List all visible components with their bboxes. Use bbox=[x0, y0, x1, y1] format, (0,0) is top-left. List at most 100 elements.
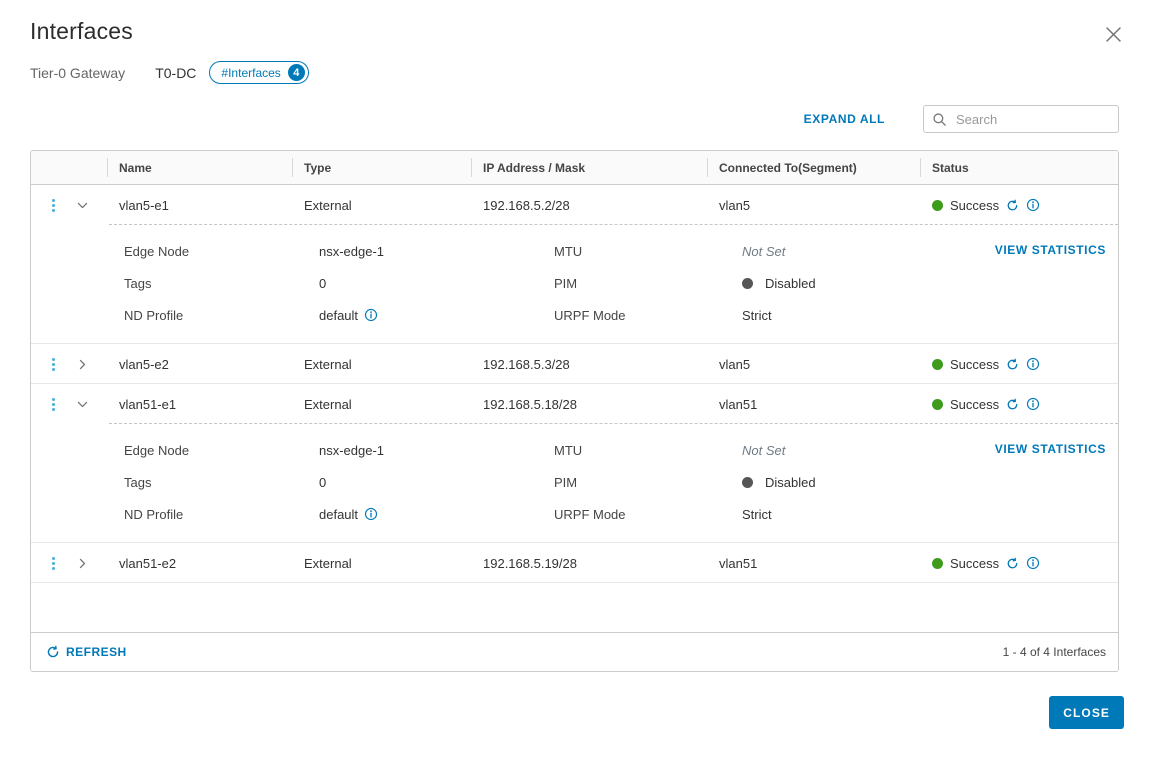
column-header-segment: Connected To(Segment) bbox=[707, 151, 920, 184]
view-statistics-link[interactable]: VIEW STATISTICS bbox=[995, 442, 1106, 456]
interface-type: External bbox=[304, 396, 352, 412]
detail-value-nd-profile: default bbox=[319, 506, 359, 522]
interface-segment: vlan51 bbox=[719, 555, 758, 571]
column-header-ip: IP Address / Mask bbox=[471, 151, 707, 184]
interface-name: vlan51-e1 bbox=[119, 396, 177, 412]
info-icon[interactable] bbox=[364, 308, 378, 322]
column-header-status: Status bbox=[920, 151, 1118, 184]
badge-count: 4 bbox=[287, 64, 305, 81]
status-badge: Success bbox=[950, 555, 1000, 571]
row-detail-panel: VIEW STATISTICS Edge Node nsx-edge-1 MTU… bbox=[31, 424, 1118, 543]
refresh-label: REFRESH bbox=[66, 645, 127, 659]
search-box[interactable] bbox=[923, 105, 1119, 133]
detail-value-edge-node: nsx-edge-1 bbox=[319, 442, 385, 458]
table-row: vlan51-e2 External 192.168.5.19/28 vlan5… bbox=[31, 543, 1118, 583]
row-actions-menu-icon[interactable] bbox=[50, 197, 57, 214]
detail-label-mtu: MTU bbox=[554, 442, 583, 458]
status-success-dot bbox=[932, 199, 943, 211]
gateway-name: T0-DC bbox=[155, 64, 197, 81]
status-cell: Success bbox=[920, 397, 1118, 412]
detail-value-tags: 0 bbox=[319, 474, 327, 490]
interface-ip: 192.168.5.18/28 bbox=[483, 396, 577, 412]
detail-label-nd-profile: ND Profile bbox=[124, 307, 184, 323]
pim-disabled-dot bbox=[742, 476, 753, 488]
detail-label-edge-node: Edge Node bbox=[124, 243, 190, 259]
info-icon[interactable] bbox=[1026, 556, 1040, 570]
badge-label: #Interfaces bbox=[221, 65, 281, 80]
table-row: vlan51-e1 External 192.168.5.18/28 vlan5… bbox=[31, 384, 1118, 543]
interface-type: External bbox=[304, 356, 352, 372]
view-statistics-link[interactable]: VIEW STATISTICS bbox=[995, 243, 1106, 257]
table-row-main[interactable]: vlan5-e1 External 192.168.5.2/28 vlan5 S… bbox=[31, 185, 1118, 225]
status-refresh-icon[interactable] bbox=[1006, 557, 1019, 570]
status-refresh-icon[interactable] bbox=[1006, 358, 1019, 371]
detail-label-tags: Tags bbox=[124, 474, 152, 490]
table-toolbar: EXPAND ALL bbox=[804, 105, 1119, 133]
detail-value-tags: 0 bbox=[319, 275, 327, 291]
row-detail-panel: VIEW STATISTICS Edge Node nsx-edge-1 MTU… bbox=[31, 225, 1118, 344]
interfaces-count-badge[interactable]: #Interfaces 4 bbox=[209, 61, 309, 84]
interfaces-table: Name Type IP Address / Mask Connected To… bbox=[30, 150, 1119, 672]
interface-type: External bbox=[304, 197, 352, 213]
expand-all-button[interactable]: EXPAND ALL bbox=[804, 112, 885, 126]
refresh-icon bbox=[46, 645, 60, 659]
detail-label-mtu: MTU bbox=[554, 243, 583, 259]
detail-value-pim: Disabled bbox=[765, 275, 816, 291]
column-header-type: Type bbox=[292, 151, 471, 184]
table-row-main[interactable]: vlan5-e2 External 192.168.5.3/28 vlan5 S… bbox=[31, 344, 1118, 384]
chevron-down-icon[interactable] bbox=[76, 199, 89, 212]
gateway-type-label: Tier-0 Gateway bbox=[30, 64, 126, 81]
close-button[interactable]: CLOSE bbox=[1049, 696, 1124, 729]
interface-segment: vlan5 bbox=[719, 197, 751, 213]
detail-label-pim: PIM bbox=[554, 275, 578, 291]
detail-label-tags: Tags bbox=[124, 275, 152, 291]
status-success-dot bbox=[932, 557, 943, 569]
status-badge: Success bbox=[950, 197, 1000, 213]
table-header: Name Type IP Address / Mask Connected To… bbox=[31, 151, 1118, 185]
status-badge: Success bbox=[950, 396, 1000, 412]
column-header-actions bbox=[31, 151, 107, 184]
detail-value-nd-profile: default bbox=[319, 307, 359, 323]
chevron-down-icon[interactable] bbox=[76, 557, 89, 570]
interface-type: External bbox=[304, 555, 352, 571]
detail-label-edge-node: Edge Node bbox=[124, 442, 190, 458]
detail-value-pim: Disabled bbox=[765, 474, 816, 490]
interface-name: vlan51-e2 bbox=[119, 555, 177, 571]
table-row: vlan5-e1 External 192.168.5.2/28 vlan5 S… bbox=[31, 185, 1118, 344]
pim-disabled-dot bbox=[742, 277, 753, 289]
interface-ip: 192.168.5.2/28 bbox=[483, 197, 570, 213]
info-icon[interactable] bbox=[1026, 198, 1040, 212]
detail-value-edge-node: nsx-edge-1 bbox=[319, 243, 385, 259]
row-actions-menu-icon[interactable] bbox=[50, 356, 57, 373]
search-icon bbox=[932, 112, 947, 127]
table-footer: REFRESH 1 - 4 of 4 Interfaces bbox=[31, 632, 1118, 671]
status-refresh-icon[interactable] bbox=[1006, 398, 1019, 411]
breadcrumb: Tier-0 Gateway T0-DC #Interfaces 4 bbox=[30, 61, 309, 84]
status-cell: Success bbox=[920, 357, 1118, 372]
table-row: vlan5-e2 External 192.168.5.3/28 vlan5 S… bbox=[31, 344, 1118, 384]
chevron-down-icon[interactable] bbox=[76, 398, 89, 411]
column-header-name: Name bbox=[107, 151, 292, 184]
row-actions-menu-icon[interactable] bbox=[50, 396, 57, 413]
pagination-label: 1 - 4 of 4 Interfaces bbox=[1002, 645, 1106, 659]
table-empty-space bbox=[31, 583, 1118, 632]
page-title: Interfaces bbox=[30, 18, 133, 44]
status-badge: Success bbox=[950, 356, 1000, 372]
row-actions-menu-icon[interactable] bbox=[50, 555, 57, 572]
status-success-dot bbox=[932, 398, 943, 410]
table-row-main[interactable]: vlan51-e2 External 192.168.5.19/28 vlan5… bbox=[31, 543, 1118, 583]
info-icon[interactable] bbox=[1026, 357, 1040, 371]
interface-ip: 192.168.5.19/28 bbox=[483, 555, 577, 571]
info-icon[interactable] bbox=[364, 507, 378, 521]
table-row-main[interactable]: vlan51-e1 External 192.168.5.18/28 vlan5… bbox=[31, 384, 1118, 424]
status-refresh-icon[interactable] bbox=[1006, 199, 1019, 212]
chevron-down-icon[interactable] bbox=[76, 358, 89, 371]
close-icon[interactable] bbox=[1105, 26, 1122, 43]
interface-ip: 192.168.5.3/28 bbox=[483, 356, 570, 372]
detail-value-urpf: Strict bbox=[742, 307, 772, 323]
refresh-button[interactable]: REFRESH bbox=[46, 645, 127, 659]
table-body: vlan5-e1 External 192.168.5.2/28 vlan5 S… bbox=[31, 185, 1118, 583]
status-cell: Success bbox=[920, 198, 1118, 213]
search-input[interactable] bbox=[954, 110, 1110, 128]
info-icon[interactable] bbox=[1026, 397, 1040, 411]
